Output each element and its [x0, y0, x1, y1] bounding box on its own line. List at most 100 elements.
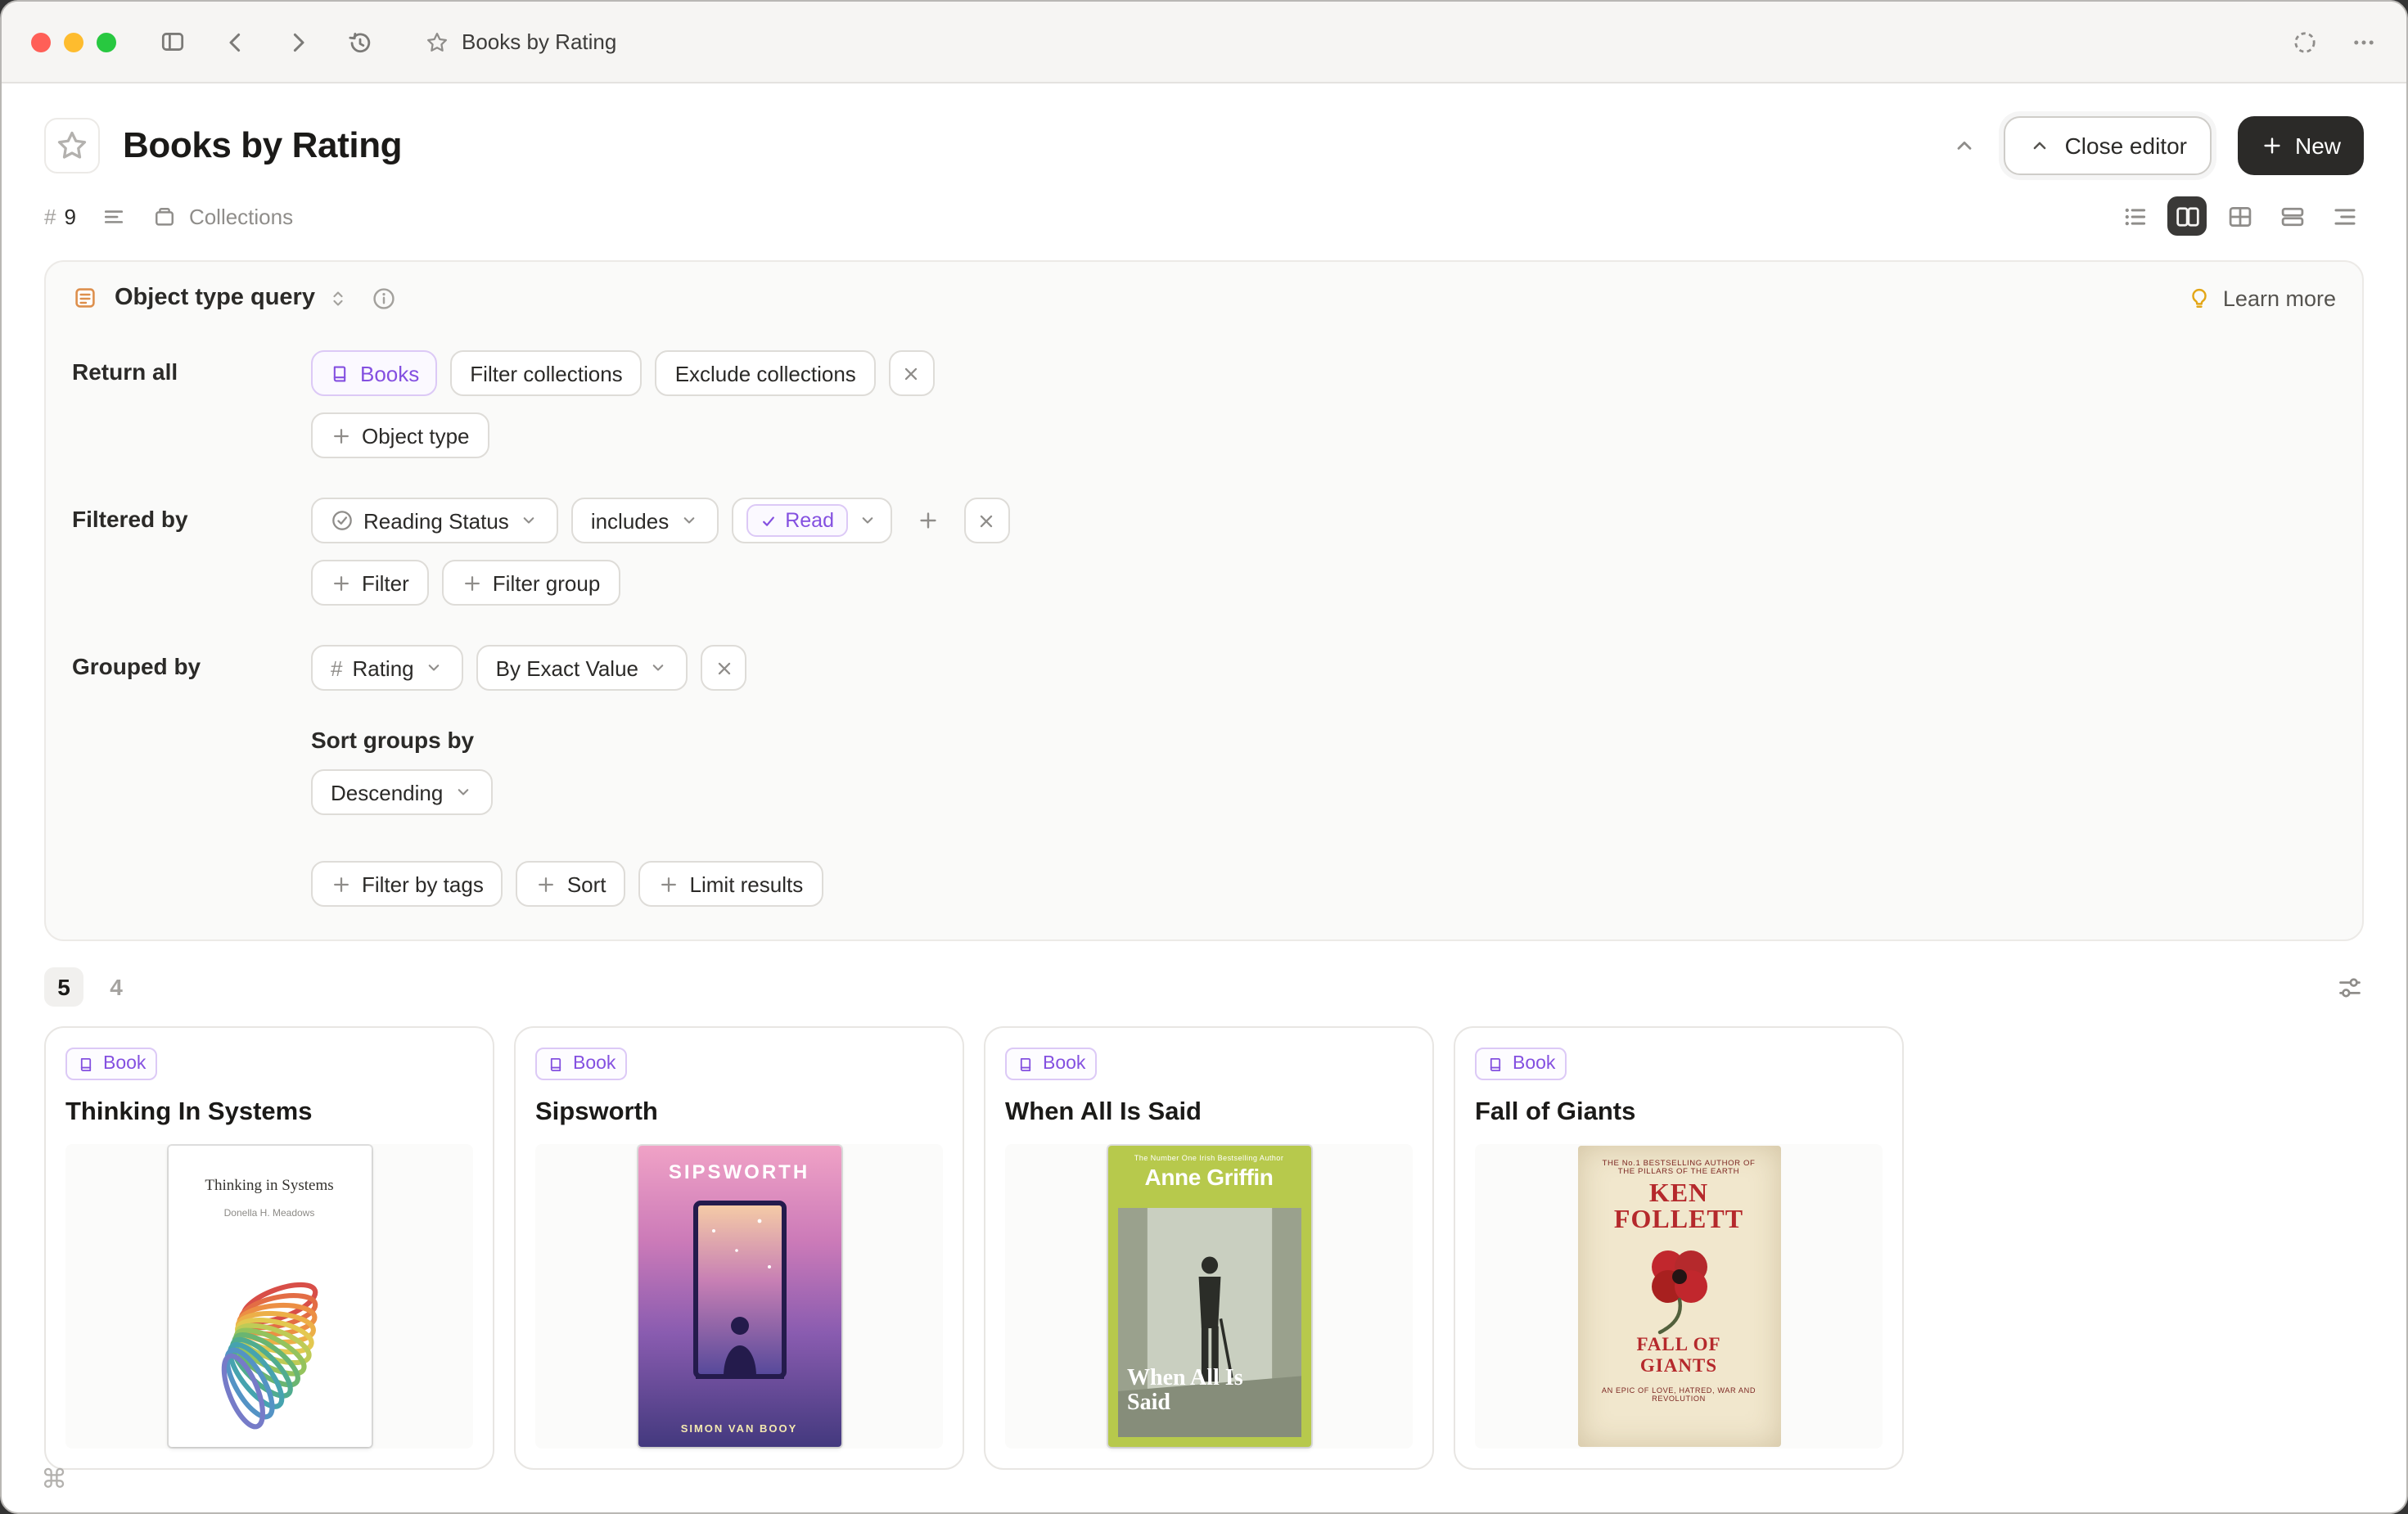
book-icon	[77, 1055, 95, 1073]
exclude-collections-button[interactable]: Exclude collections	[656, 350, 876, 396]
card-title: When All Is Said	[1005, 1097, 1413, 1127]
plus-icon	[331, 572, 352, 593]
table-view-icon[interactable]	[2220, 196, 2259, 236]
query-title: Object type query	[115, 285, 315, 311]
object-count[interactable]: # 9	[44, 204, 76, 228]
scan-icon[interactable]	[2292, 29, 2318, 55]
sort-direction-dropdown[interactable]: Descending	[311, 769, 492, 815]
gallery: Book Thinking In Systems Thinking in Sys…	[2, 1007, 2406, 1469]
query-type-icon	[72, 285, 98, 311]
cover-area: THE No.1 BESTSELLING AUTHOR OF THE PILLA…	[1475, 1143, 1883, 1448]
tab-title: Books by Rating	[462, 29, 616, 54]
collapse-editor-icon[interactable]	[1952, 133, 1978, 159]
active-tab[interactable]: Books by Rating	[426, 29, 616, 54]
outline-view-icon[interactable]	[2325, 196, 2364, 236]
view-switcher	[2115, 196, 2364, 236]
card-title: Fall of Giants	[1475, 1097, 1883, 1127]
add-filter-button[interactable]: Filter	[311, 560, 429, 606]
plus-icon	[659, 873, 680, 894]
close-editor-button[interactable]: Close editor	[2004, 116, 2212, 175]
filter-collections-button[interactable]: Filter collections	[450, 350, 642, 396]
doorway-illustration	[687, 1194, 791, 1387]
filter-value-dropdown[interactable]: Read	[731, 498, 891, 543]
add-filter-group-button[interactable]: Filter group	[442, 560, 620, 606]
new-object-button[interactable]: New	[2238, 116, 2364, 175]
plus-icon	[331, 425, 352, 446]
add-object-type-button[interactable]: Object type	[311, 412, 489, 458]
book-card[interactable]: Book When All Is Said The Number One Iri…	[984, 1026, 1434, 1469]
page-icon-button[interactable]	[44, 118, 100, 173]
group-tab-4[interactable]: 4	[97, 967, 136, 1007]
group-method-dropdown[interactable]: By Exact Value	[476, 645, 688, 691]
book-icon	[1017, 1055, 1035, 1073]
remove-return-all-button[interactable]	[889, 350, 935, 396]
object-type-chip-books[interactable]: Books	[311, 350, 437, 396]
book-cover: SIPSWORTH SIMON VAN BOOY	[638, 1145, 841, 1446]
forward-icon[interactable]	[285, 29, 311, 55]
close-window-button[interactable]	[31, 32, 51, 52]
object-type-badge: Book	[535, 1048, 627, 1080]
object-type-badge: Book	[1005, 1048, 1097, 1080]
check-icon	[759, 511, 777, 529]
filter-value-chip: Read	[746, 504, 847, 537]
command-icon[interactable]: ⌘	[41, 1463, 67, 1496]
app-window: Books by Rating Books by Rating Close ed…	[0, 0, 2408, 1514]
group-field-dropdown[interactable]: # Rating	[311, 645, 463, 691]
limit-results-button[interactable]: Limit results	[639, 861, 823, 907]
status-icon	[331, 509, 354, 532]
cover-area: SIPSWORTH SIMON VAN BOOY	[535, 1143, 943, 1448]
hash-icon: #	[331, 656, 342, 680]
filtered-by-label: Filtered by	[72, 498, 311, 606]
chevron-down-icon	[519, 511, 539, 530]
info-icon[interactable]	[372, 286, 397, 310]
slinky-illustration	[191, 1263, 348, 1443]
caret-up-icon	[2029, 134, 2052, 157]
filter-by-tags-button[interactable]: Filter by tags	[311, 861, 503, 907]
history-icon[interactable]	[347, 29, 373, 55]
collections-link[interactable]: Collections	[153, 204, 293, 228]
list-view-icon[interactable]	[2115, 196, 2154, 236]
more-icon[interactable]	[2351, 29, 2377, 55]
back-icon[interactable]	[223, 29, 249, 55]
book-icon	[1486, 1055, 1504, 1073]
book-card[interactable]: Book Sipsworth SIPSWORTH	[514, 1026, 964, 1469]
gallery-view-icon[interactable]	[2167, 196, 2207, 236]
learn-more-link[interactable]: Learn more	[2187, 286, 2336, 310]
add-filter-value-button[interactable]	[904, 498, 950, 543]
filter-operator-dropdown[interactable]: includes	[571, 498, 718, 543]
book-card[interactable]: Book Fall of Giants THE No.1 BESTSELLING…	[1454, 1026, 1904, 1469]
row-view-icon[interactable]	[2272, 196, 2311, 236]
lightbulb-icon	[2187, 286, 2212, 310]
sidebar-toggle-icon[interactable]	[159, 28, 187, 56]
description-icon[interactable]	[102, 204, 127, 228]
view-settings-icon[interactable]	[2336, 973, 2364, 1001]
minimize-window-button[interactable]	[64, 32, 83, 52]
cover-area: The Number One Irish Bestselling Author …	[1005, 1143, 1413, 1448]
remove-group-button[interactable]	[701, 645, 746, 691]
collections-icon	[153, 204, 178, 228]
page-header: Books by Rating Close editor New	[2, 83, 2406, 185]
book-icon	[547, 1055, 565, 1073]
window-controls	[31, 32, 116, 52]
object-type-badge: Book	[1475, 1048, 1567, 1080]
chevron-down-icon	[453, 782, 472, 802]
book-card[interactable]: Book Thinking In Systems Thinking in Sys…	[44, 1026, 494, 1469]
query-editor-panel: Object type query Learn more Return all …	[44, 260, 2364, 941]
page-title: Books by Rating	[123, 124, 402, 167]
meta-row: # 9 Collections	[2, 185, 2406, 237]
plus-icon	[331, 873, 352, 894]
maximize-window-button[interactable]	[97, 32, 116, 52]
sort-button[interactable]: Sort	[516, 861, 626, 907]
group-tab-5[interactable]: 5	[44, 967, 83, 1007]
object-type-badge: Book	[65, 1048, 157, 1080]
book-cover: THE No.1 BESTSELLING AUTHOR OF THE PILLA…	[1577, 1145, 1780, 1446]
query-type-selector-icon[interactable]	[328, 287, 349, 309]
page-star-icon	[56, 129, 88, 162]
poppy-illustration	[1626, 1233, 1731, 1335]
filter-field-dropdown[interactable]: Reading Status	[311, 498, 558, 543]
book-icon	[329, 363, 350, 384]
remove-filter-button[interactable]	[963, 498, 1009, 543]
grouped-by-label: Grouped by	[72, 645, 311, 907]
chevron-down-icon	[857, 511, 877, 530]
card-title: Thinking In Systems	[65, 1097, 473, 1127]
